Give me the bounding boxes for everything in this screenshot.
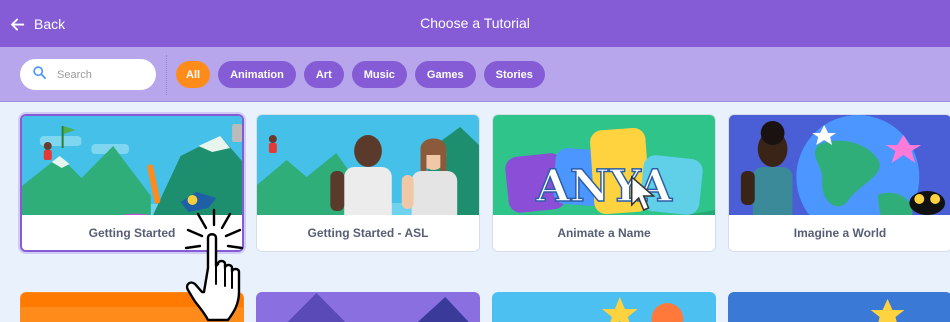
card-label: Getting Started - ASL (257, 215, 479, 251)
filter-chip-all[interactable]: All (176, 61, 211, 88)
card-label: Getting Started (22, 215, 242, 250)
tutorial-card-getting-started-asl[interactable]: Getting Started - ASL (256, 114, 480, 252)
anya-thumb-text: ANYA (535, 161, 673, 212)
filter-chip-music[interactable]: Music (351, 61, 407, 88)
card-thumbnail (257, 293, 479, 322)
card-label: Imagine a World (729, 215, 950, 251)
filter-chip-animation[interactable]: Animation (218, 61, 296, 88)
search-input[interactable] (57, 68, 137, 81)
card-label: Animate a Name (493, 215, 715, 251)
tutorial-card-row2-3[interactable] (492, 292, 716, 322)
tutorial-card-row2-4[interactable] (728, 292, 950, 322)
filter-chip-games[interactable]: Games (414, 61, 476, 88)
tutorial-card-imagine-a-world[interactable]: Imagine a World (728, 114, 950, 252)
page-title: Choose a Tutorial (420, 15, 530, 31)
filter-bar: All Animation Art Music Games Stories (0, 47, 950, 102)
card-thumbnail (21, 293, 243, 322)
tutorial-card-getting-started[interactable]: Getting Started (20, 114, 244, 252)
filter-chip-art[interactable]: Art (303, 61, 344, 88)
header-bar: Back Choose a Tutorial (0, 0, 950, 47)
search-box[interactable] (20, 59, 156, 90)
card-thumbnail (493, 293, 715, 322)
tutorial-card-animate-a-name[interactable]: ANYA Animate a Name (492, 114, 716, 252)
filter-chip-stories[interactable]: Stories (483, 61, 545, 88)
filter-chips: All Animation Art Music Games Stories (176, 61, 545, 88)
tutorial-card-row2-1[interactable] (20, 292, 244, 322)
card-thumbnail (729, 293, 950, 322)
divider (166, 55, 167, 95)
search-icon (33, 65, 46, 84)
tutorial-card-row2-2[interactable] (256, 292, 480, 322)
tutorial-grid: Getting Started Getting Started - ASL AN… (0, 102, 950, 322)
